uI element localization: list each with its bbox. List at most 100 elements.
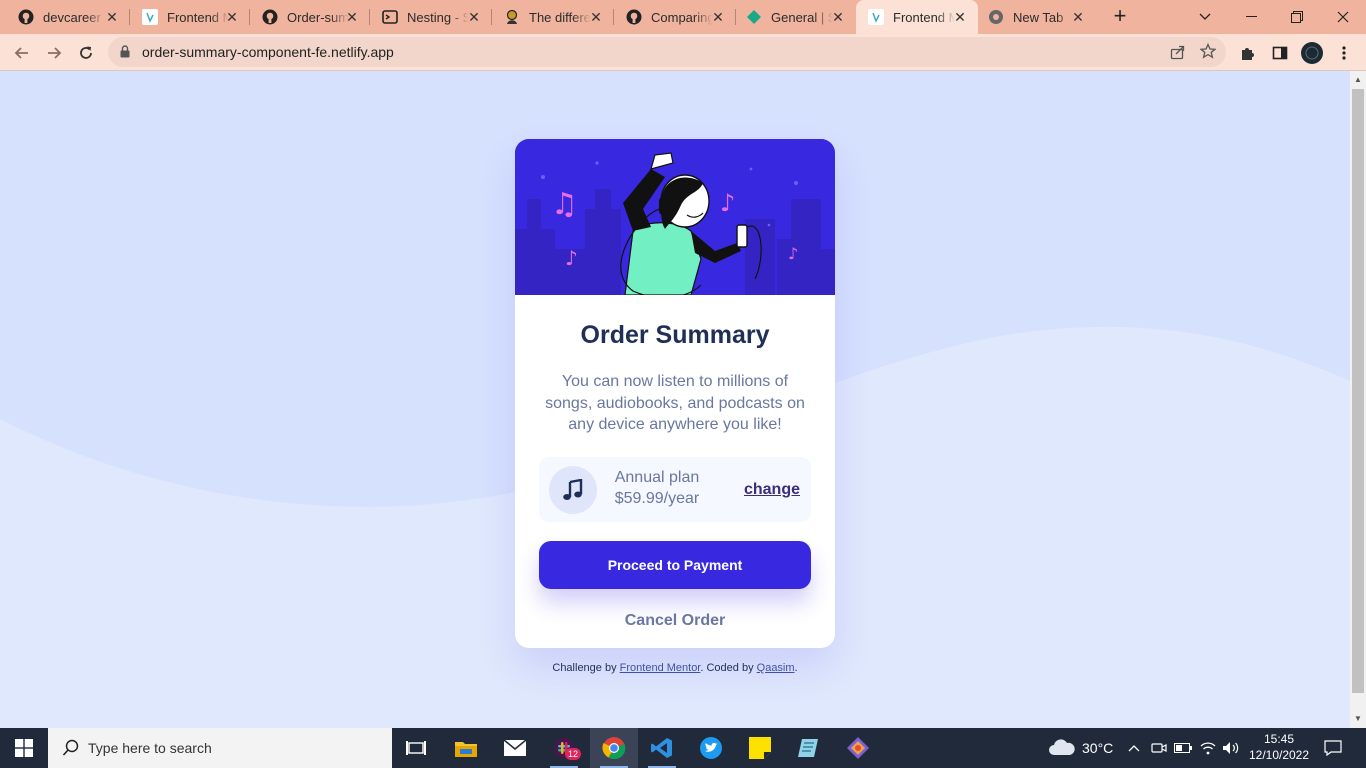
tab-new-tab[interactable]: New Tab ✕ <box>978 0 1096 34</box>
forward-arrow-icon[interactable] <box>40 39 68 67</box>
attribution-middle: . Coded by <box>700 662 754 674</box>
battery-icon[interactable] <box>1174 728 1192 768</box>
back-arrow-icon[interactable] <box>8 39 36 67</box>
weather-widget[interactable]: 30°C <box>1048 728 1113 768</box>
frontend-mentor-link[interactable]: Frontend Mentor <box>620 662 701 674</box>
volume-icon[interactable] <box>1222 728 1240 768</box>
file-explorer-icon[interactable] <box>442 728 490 768</box>
show-hidden-icons-chevron-icon[interactable] <box>1128 728 1140 768</box>
tab-label: devcareer <box>43 9 101 25</box>
cloud-icon <box>1048 738 1076 759</box>
scroll-up-arrow-icon[interactable]: ▲ <box>1354 75 1362 84</box>
diamond-icon <box>746 9 762 25</box>
share-icon[interactable] <box>1170 44 1186 65</box>
taskbar-search-box[interactable]: Type here to search <box>48 728 392 768</box>
slack-icon[interactable]: 12 <box>540 728 588 768</box>
scrollbar-thumb[interactable] <box>1352 89 1364 693</box>
tab-frontend-mentor-active[interactable]: Frontend M ✕ <box>856 0 978 34</box>
github-icon <box>18 9 34 25</box>
kebab-menu-icon[interactable] <box>1330 39 1358 67</box>
bookmark-star-icon[interactable] <box>1199 42 1217 64</box>
cancel-order-button[interactable]: Cancel Order <box>515 612 835 630</box>
close-tab-icon[interactable]: ✕ <box>710 9 726 25</box>
close-tab-icon[interactable]: ✕ <box>588 9 604 25</box>
search-placeholder: Type here to search <box>88 740 212 756</box>
frontend-mentor-icon <box>142 9 158 25</box>
attribution: Challenge by Frontend Mentor. Coded by Q… <box>0 662 1350 674</box>
search-icon <box>62 739 80 762</box>
tab-devcareer[interactable]: devcareer ✕ <box>0 0 130 34</box>
vscode-icon[interactable] <box>638 728 686 768</box>
sticky-notes-icon[interactable] <box>736 728 784 768</box>
tab-nesting[interactable]: Nesting - S ✕ <box>370 0 492 34</box>
close-tab-icon[interactable]: ✕ <box>466 9 482 25</box>
tab-frontend-mentor-1[interactable]: Frontend M ✕ <box>130 0 250 34</box>
windows-taskbar: Type here to search 12 30°C 15:45 12/10/… <box>0 728 1366 768</box>
close-tab-icon[interactable]: ✕ <box>1070 9 1086 25</box>
author-link[interactable]: Qaasim <box>757 662 795 674</box>
order-summary-card: ♫ ♪ ♪ ♪ Order Summary You can now listen… <box>515 139 835 648</box>
tab-label: Nesting - S <box>407 9 469 25</box>
mail-icon[interactable] <box>491 728 539 768</box>
taskbar-clock[interactable]: 15:45 12/10/2022 <box>1244 731 1314 763</box>
person-icon <box>504 9 520 25</box>
tab-label: Frontend M <box>167 9 229 25</box>
side-panel-icon[interactable] <box>1266 39 1294 67</box>
close-window-icon[interactable] <box>1320 0 1366 34</box>
restore-icon[interactable] <box>1274 0 1320 34</box>
tab-label: The differe <box>529 9 591 25</box>
attribution-suffix: . <box>794 662 798 674</box>
attribution-prefix: Challenge by <box>552 662 617 674</box>
music-note-icon <box>549 466 597 514</box>
notepad-icon[interactable] <box>785 728 833 768</box>
tab-comparing[interactable]: Comparing ✕ <box>614 0 736 34</box>
tab-order-summary-github[interactable]: Order-sum ✕ <box>250 0 370 34</box>
svg-text:♪: ♪ <box>720 189 735 217</box>
tab-label: Order-sum <box>287 9 349 25</box>
frontend-mentor-icon <box>868 9 884 25</box>
close-tab-icon[interactable]: ✕ <box>830 9 846 25</box>
proceed-to-payment-button[interactable]: Proceed to Payment <box>539 541 811 589</box>
new-tab-plus-icon[interactable]: + <box>1108 5 1132 29</box>
card-title: Order Summary <box>580 321 770 349</box>
close-tab-icon[interactable]: ✕ <box>344 9 360 25</box>
plan-name: Annual plan <box>614 469 700 486</box>
chrome-taskbar-icon[interactable] <box>590 728 638 768</box>
extensions-puzzle-icon[interactable] <box>1234 39 1262 67</box>
twitter-icon[interactable] <box>687 728 735 768</box>
vertical-scrollbar[interactable]: ▲ ▼ <box>1350 71 1366 728</box>
minimize-icon[interactable] <box>1228 0 1274 34</box>
chrome-icon <box>988 9 1004 25</box>
url-text: order-summary-component-fe.netlify.app <box>142 44 394 60</box>
tab-label: New Tab <box>1013 9 1064 25</box>
tab-the-difference[interactable]: The differe ✕ <box>492 0 614 34</box>
notifications-icon[interactable] <box>1324 728 1342 768</box>
tab-label: General | S <box>771 9 833 25</box>
close-tab-icon[interactable]: ✕ <box>952 9 968 25</box>
terminal-icon <box>382 9 398 25</box>
tab-search-chevron-icon[interactable] <box>1182 0 1228 34</box>
meet-now-icon[interactable] <box>1151 728 1167 768</box>
plan-box: Annual plan $59.99/year change <box>539 457 811 522</box>
svg-text:♪: ♪ <box>565 246 578 270</box>
close-tab-icon[interactable]: ✕ <box>224 9 240 25</box>
git-tool-icon[interactable] <box>834 728 882 768</box>
tab-general[interactable]: General | S ✕ <box>736 0 856 34</box>
profile-avatar[interactable] <box>1298 39 1326 67</box>
close-tab-icon[interactable]: ✕ <box>104 9 120 25</box>
hero-illustration: ♫ ♪ ♪ ♪ <box>515 139 835 295</box>
card-description: You can now listen to millions of songs,… <box>545 373 805 433</box>
reload-icon[interactable] <box>72 39 100 67</box>
clock-time: 15:45 <box>1263 732 1295 746</box>
wifi-icon[interactable] <box>1200 728 1216 768</box>
task-view-icon[interactable] <box>392 728 440 768</box>
page-viewport: ♫ ♪ ♪ ♪ Order Summary You can now listen… <box>0 71 1350 728</box>
change-plan-link[interactable]: change <box>744 481 800 499</box>
scroll-down-arrow-icon[interactable]: ▼ <box>1354 714 1362 723</box>
tab-label: Frontend M <box>893 9 955 25</box>
lock-icon <box>120 45 130 63</box>
tab-label: Comparing <box>651 9 713 25</box>
address-bar[interactable]: order-summary-component-fe.netlify.app <box>108 37 1226 67</box>
windows-start-icon[interactable] <box>0 728 48 768</box>
tab-strip: devcareer ✕ Frontend M ✕ Order-sum ✕ Nes… <box>0 0 1366 34</box>
